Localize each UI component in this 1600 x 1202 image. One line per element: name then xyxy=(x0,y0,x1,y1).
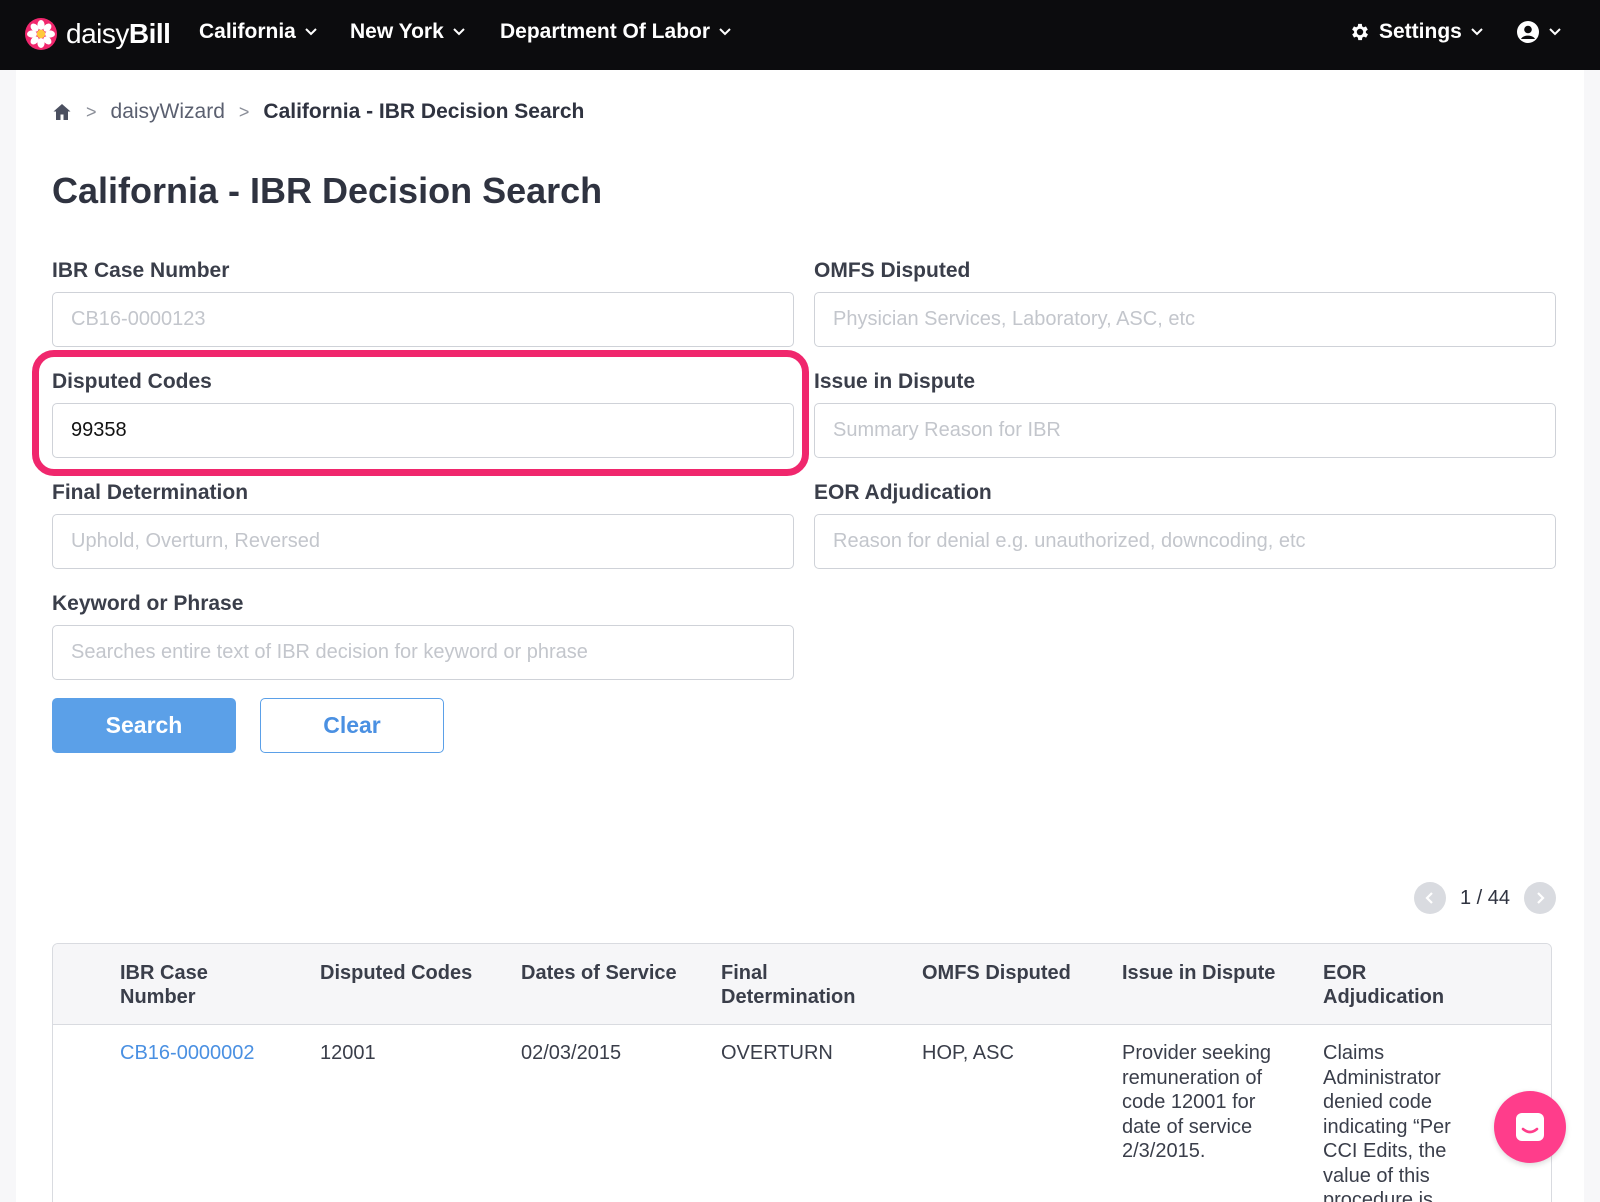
breadcrumb-current: California - IBR Decision Search xyxy=(263,100,585,123)
column-header-dates-of-service[interactable]: Dates of Service xyxy=(521,961,677,985)
top-navbar: daisyBill California New York Department… xyxy=(0,0,1600,70)
chevron-right-icon xyxy=(1537,892,1545,904)
brand-logo[interactable]: daisyBill xyxy=(24,17,171,51)
nav-settings-label: Settings xyxy=(1379,20,1462,43)
disputed-codes-label: Disputed Codes xyxy=(52,370,212,393)
nav-california[interactable]: California xyxy=(199,20,318,44)
next-page-button[interactable] xyxy=(1524,882,1557,914)
ibr-case-number-input[interactable] xyxy=(52,292,794,347)
ibr-case-number-label: IBR Case Number xyxy=(52,259,230,282)
breadcrumb-daisywizard[interactable]: daisyWizard xyxy=(111,100,225,124)
chevron-down-icon xyxy=(1471,28,1483,36)
chevron-down-icon xyxy=(305,28,317,36)
daisy-flower-icon xyxy=(25,18,57,50)
page-indicator: 1 / 44 xyxy=(1460,886,1511,909)
nav-new-york[interactable]: New York xyxy=(350,20,466,44)
home-icon[interactable] xyxy=(52,102,72,122)
results-table: IBR Case Number Disputed Codes Dates of S… xyxy=(52,943,1552,1202)
user-circle-icon xyxy=(1517,21,1539,43)
nav-account-menu[interactable] xyxy=(1516,20,1562,44)
column-header-disputed-codes[interactable]: Disputed Codes xyxy=(320,961,472,985)
clear-button[interactable]: Clear xyxy=(260,698,444,753)
keyword-input[interactable] xyxy=(52,625,794,680)
breadcrumb: > daisyWizard > California - IBR Decisio… xyxy=(52,100,584,124)
chevron-down-icon xyxy=(1549,28,1561,36)
case-number-link[interactable]: CB16-0000002 xyxy=(120,1041,255,1066)
nav-california-label: California xyxy=(199,20,296,43)
pagination: 1 / 44 xyxy=(1414,882,1557,914)
right-gutter xyxy=(1584,70,1600,1202)
eor-adjudication-cell: Claims Administrator denied code indicat… xyxy=(1323,1042,1451,1202)
eor-adjudication-input[interactable] xyxy=(814,514,1556,569)
eor-adjudication-label: EOR Adjudication xyxy=(814,481,992,504)
final-determination-label: Final Determination xyxy=(52,481,249,504)
omfs-disputed-input[interactable] xyxy=(814,292,1556,347)
issue-in-dispute-label: Issue in Dispute xyxy=(814,370,976,393)
nav-dol-label: Department Of Labor xyxy=(500,20,711,43)
left-gutter xyxy=(0,70,16,1202)
final-determination-cell: OVERTURN xyxy=(721,1042,833,1064)
column-header-eor-adjudication[interactable]: EOR Adjudication xyxy=(1323,961,1444,1009)
column-header-omfs-disputed[interactable]: OMFS Disputed xyxy=(922,961,1071,985)
nav-department-of-labor[interactable]: Department Of Labor xyxy=(500,20,732,44)
brand-name: daisyBill xyxy=(66,18,171,49)
breadcrumb-separator: > xyxy=(238,101,250,122)
column-header-issue-in-dispute[interactable]: Issue in Dispute xyxy=(1122,961,1275,985)
chat-icon xyxy=(1516,1113,1544,1141)
disputed-codes-cell: 12001 xyxy=(320,1042,376,1064)
breadcrumb-separator: > xyxy=(86,101,97,122)
chat-launcher-button[interactable] xyxy=(1494,1091,1566,1163)
chevron-down-icon xyxy=(719,28,731,36)
page-title: California - IBR Decision Search xyxy=(52,170,603,211)
dates-of-service-cell: 02/03/2015 xyxy=(521,1042,622,1064)
nav-new-york-label: New York xyxy=(350,20,444,43)
gear-icon xyxy=(1352,23,1368,41)
column-header-ibr-case-number[interactable]: IBR Case Number xyxy=(120,961,208,1009)
disputed-codes-input[interactable] xyxy=(52,403,794,458)
table-header: IBR Case Number Disputed Codes Dates of S… xyxy=(53,944,1551,1025)
final-determination-input[interactable] xyxy=(52,514,794,569)
issue-in-dispute-input[interactable] xyxy=(814,403,1556,458)
issue-in-dispute-cell: Provider seeking remuneration of code 12… xyxy=(1122,1042,1271,1162)
search-button[interactable]: Search xyxy=(52,698,236,753)
chevron-down-icon xyxy=(453,28,465,36)
chevron-left-icon xyxy=(1425,892,1433,904)
omfs-disputed-cell: HOP, ASC xyxy=(922,1042,1014,1064)
column-header-final-determination[interactable]: Final Determination xyxy=(721,961,855,1009)
omfs-disputed-label: OMFS Disputed xyxy=(814,259,971,282)
previous-page-button[interactable] xyxy=(1414,882,1446,914)
keyword-label: Keyword or Phrase xyxy=(52,592,244,615)
nav-settings[interactable]: Settings xyxy=(1349,20,1484,44)
